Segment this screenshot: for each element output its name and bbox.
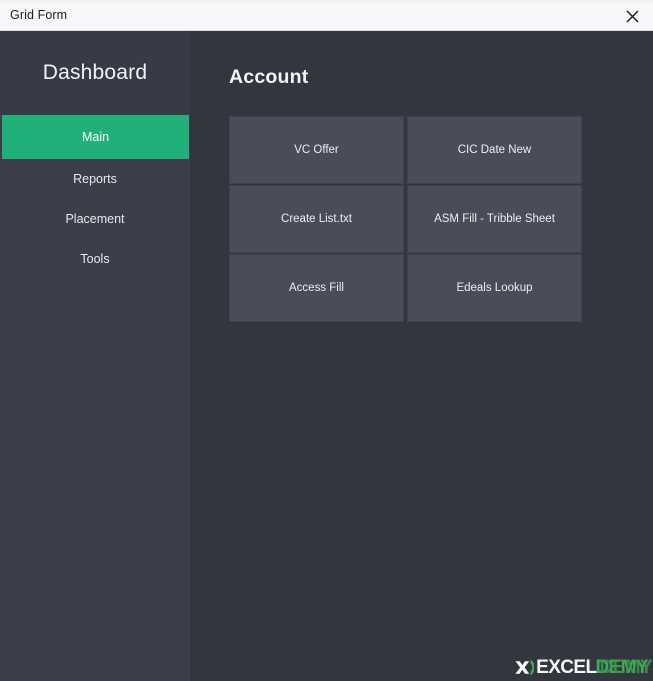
sidebar-item-reports[interactable]: Reports: [0, 159, 190, 199]
tile-edeals-lookup[interactable]: Edeals Lookup: [407, 254, 582, 322]
tile-asm-fill-tribble-sheet[interactable]: ASM Fill - Tribble Sheet: [407, 185, 582, 253]
tile-label: Edeals Lookup: [456, 281, 533, 294]
close-icon: [626, 10, 639, 23]
watermark-logo: EXCEL DEMY DEMY: [513, 654, 653, 680]
tile-label: Access Fill: [289, 281, 344, 294]
sidebar-item-tools[interactable]: Tools: [0, 239, 190, 279]
close-button[interactable]: [611, 2, 653, 30]
tile-grid: VC Offer CIC Date New Create List.txt AS…: [229, 116, 582, 322]
page-title: Account: [229, 66, 309, 88]
sidebar-item-label: Placement: [65, 212, 125, 226]
window-title: Grid Form: [10, 8, 68, 22]
content-area: Dashboard Main Reports Placement Tools A…: [0, 31, 653, 681]
sidebar-item-label: Main: [81, 130, 110, 144]
tile-label: Create List.txt: [281, 212, 352, 225]
main-panel: Account VC Offer CIC Date New Create Lis…: [190, 31, 653, 681]
tile-label: ASM Fill - Tribble Sheet: [434, 212, 555, 225]
sidebar-nav: Main Reports Placement Tools: [0, 115, 190, 279]
grid-form-window: Grid Form Dashboard Main Reports Placeme…: [0, 0, 653, 681]
tile-create-list-txt[interactable]: Create List.txt: [229, 185, 404, 253]
sidebar-item-label: Tools: [80, 252, 110, 266]
tile-cic-date-new[interactable]: CIC Date New: [407, 116, 582, 184]
watermark-demy-main: DEMY: [595, 656, 649, 678]
sidebar-item-placement[interactable]: Placement: [0, 199, 190, 239]
excel-x-icon: [513, 657, 536, 678]
watermark-text-excel: EXCEL: [536, 656, 597, 678]
sidebar-item-label: Reports: [73, 172, 117, 186]
tile-access-fill[interactable]: Access Fill: [229, 254, 404, 322]
tile-label: VC Offer: [294, 143, 339, 156]
tile-label: CIC Date New: [457, 143, 532, 156]
title-bar: Grid Form: [0, 2, 653, 31]
sidebar-header: Dashboard: [0, 31, 190, 115]
watermark-demy-ghost: DEMY: [599, 656, 653, 678]
sidebar: Dashboard Main Reports Placement Tools: [0, 31, 190, 681]
tile-vc-offer[interactable]: VC Offer: [229, 116, 404, 184]
watermark-text-demy: DEMY DEMY: [595, 656, 653, 678]
sidebar-brand-title: Dashboard: [42, 61, 148, 84]
sidebar-item-main[interactable]: Main: [2, 115, 189, 159]
